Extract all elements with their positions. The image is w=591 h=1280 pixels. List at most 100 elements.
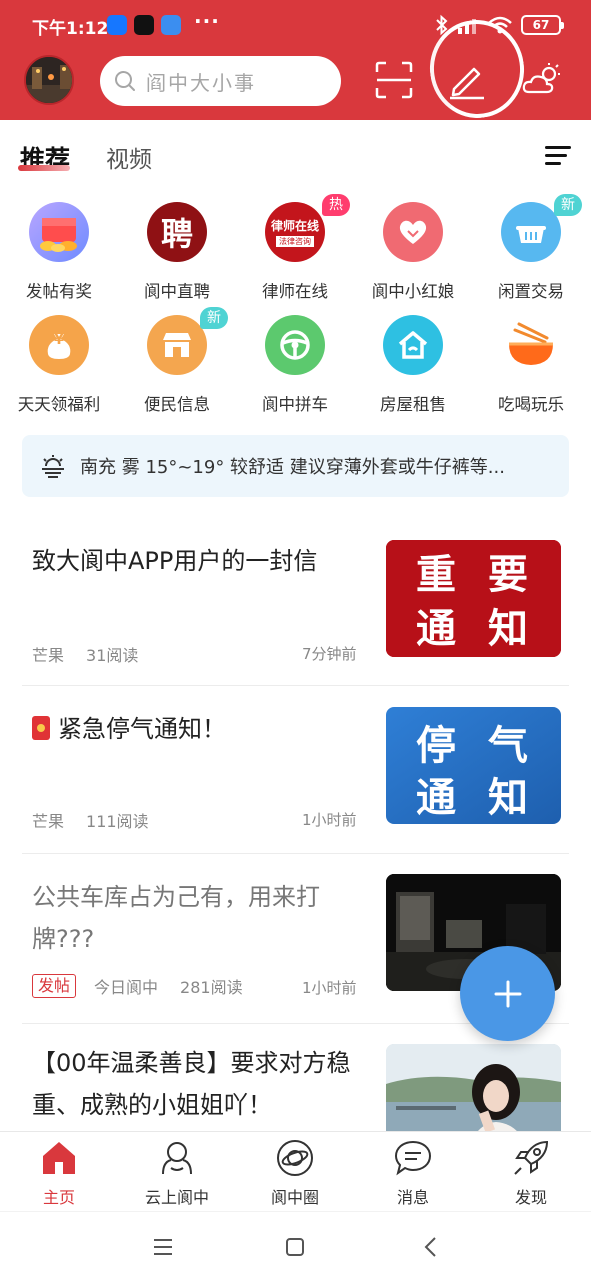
nav-cloud-langzhong[interactable]: 云上阆中 xyxy=(118,1138,236,1208)
system-navigation-bar xyxy=(0,1211,591,1280)
post-title: 【00年温柔善良】要求对方稳重、成熟的小姐姐吖！ xyxy=(32,1049,351,1119)
grid-item-housing[interactable]: 房屋租售 xyxy=(354,311,472,421)
avatar-photo xyxy=(26,57,72,103)
feed-post[interactable]: 紧急停气通知！ 芒果 111阅读 1小时前 停 气 通 知 xyxy=(22,686,569,854)
post-author: 芒果 xyxy=(32,646,65,665)
active-tab-indicator xyxy=(18,165,70,171)
money-bag-glyph: ¥ xyxy=(54,332,64,348)
tab-video[interactable]: 视频 xyxy=(106,140,152,174)
steering-wheel-icon xyxy=(265,315,325,375)
grid-item-carpool[interactable]: 阆中拼车 xyxy=(236,311,354,421)
post-time: 1小时前 xyxy=(302,979,357,997)
nav-label: 阆中圈 xyxy=(270,1188,319,1207)
post-time: 1小时前 xyxy=(302,811,357,829)
notice-char: 通 xyxy=(416,775,456,821)
weather-button[interactable] xyxy=(520,56,564,104)
weather-text: 南充 雾 15°~19° 较舒适 建议穿薄外套或牛仔裤等... xyxy=(80,457,505,478)
post-time: 7分钟前 xyxy=(302,645,357,663)
hot-badge: 热 xyxy=(322,194,350,216)
recruit-icon: 聘 xyxy=(147,202,207,262)
feed-post[interactable]: 【00年温柔善良】要求对方稳重、成熟的小姐姐吖！ xyxy=(22,1024,569,1134)
money-bag-icon: ¥ xyxy=(29,315,89,375)
nav-home[interactable]: 主页 xyxy=(0,1138,118,1208)
weather-bar[interactable]: 南充 雾 15°~19° 较舒适 建议穿薄外套或牛仔裤等... xyxy=(22,435,569,497)
grid-label: 闲置交易 xyxy=(498,282,564,301)
scan-icon xyxy=(375,61,413,99)
lawyer-icon: 律师在线 法律咨询 xyxy=(265,202,325,262)
post-author: 芒果 xyxy=(32,812,65,831)
nav-label: 云上阆中 xyxy=(144,1188,209,1207)
user-avatar[interactable] xyxy=(24,55,74,105)
grid-item-daily-welfare[interactable]: ¥ 天天领福利 xyxy=(0,311,118,421)
post-title: 紧急停气通知！ xyxy=(58,715,226,743)
new-badge: 新 xyxy=(554,194,582,216)
cloud-people-icon xyxy=(162,1142,192,1175)
grid-label: 阆中拼车 xyxy=(262,395,328,414)
post-thumbnail xyxy=(386,1044,561,1134)
app-header: 下午1:12 ··· 67 阎中大小事 xyxy=(0,0,591,125)
more-notifications-icon: ··· xyxy=(194,9,220,33)
notice-image: 停 气 通 知 xyxy=(386,707,561,824)
nav-langzhong-circle[interactable]: 阆中圈 xyxy=(236,1138,354,1208)
nav-label: 发现 xyxy=(514,1188,547,1207)
grid-label: 律师在线 xyxy=(262,282,328,301)
post-author: 今日阆中 xyxy=(94,978,159,997)
post-meta: 发帖 今日阆中 281阅读 xyxy=(32,974,243,998)
post-thumbnail: 重 要 通 知 xyxy=(386,540,561,657)
post-title-row: 紧急停气通知！ xyxy=(32,708,362,750)
post-reads: 111阅读 xyxy=(86,812,149,831)
grid-item-food-fun[interactable]: 吃喝玩乐 xyxy=(472,311,590,421)
battery-indicator: 67 xyxy=(521,15,564,35)
home-icon xyxy=(43,1142,75,1174)
grid-item-matchmaker[interactable]: 阆中小红娘 xyxy=(354,198,472,308)
grid-label: 阆中直聘 xyxy=(144,282,210,301)
portrait-photo xyxy=(386,1044,561,1134)
feed-post[interactable]: 致大阆中APP用户的一封信 芒果 31阅读 7分钟前 重 要 通 知 xyxy=(22,518,569,686)
grid-item-post-reward[interactable]: 发帖有奖 xyxy=(0,198,118,308)
grid-label: 吃喝玩乐 xyxy=(498,395,564,414)
notice-char: 停 xyxy=(416,723,456,769)
home-button-icon[interactable] xyxy=(280,1232,310,1262)
create-post-fab[interactable] xyxy=(460,946,555,1041)
notice-char: 要 xyxy=(488,552,528,598)
basket-icon xyxy=(501,202,561,262)
post-reads: 281阅读 xyxy=(180,978,243,997)
back-icon[interactable] xyxy=(416,1232,446,1262)
heart-icon xyxy=(383,202,443,262)
bottom-navigation: 主页 云上阆中 阆中圈 消息 发现 xyxy=(0,1131,591,1211)
new-badge: 新 xyxy=(200,307,228,329)
menu-icon[interactable] xyxy=(545,144,571,166)
grid-item-lawyer[interactable]: 律师在线 法律咨询 热 律师在线 xyxy=(236,194,354,308)
search-placeholder: 阎中大小事 xyxy=(146,70,256,95)
status-time: 下午1:12 xyxy=(32,19,109,39)
search-icon xyxy=(115,71,135,91)
grid-label: 发帖有奖 xyxy=(26,282,92,301)
post-reads: 31阅读 xyxy=(86,646,139,665)
grid-label: 房屋租售 xyxy=(380,395,446,414)
rocket-icon xyxy=(514,1140,549,1175)
nav-discover[interactable]: 发现 xyxy=(472,1138,590,1208)
lawyer-icon-line1: 律师在线 xyxy=(270,219,319,233)
cloud-sun-icon xyxy=(522,63,560,94)
lawyer-icon-line2: 法律咨询 xyxy=(276,236,314,247)
recent-apps-icon[interactable] xyxy=(148,1232,178,1262)
notice-char: 通 xyxy=(416,606,456,652)
app-notification-icon xyxy=(161,15,181,35)
alipay-notification-icon xyxy=(107,15,127,35)
nav-label: 消息 xyxy=(396,1188,429,1207)
red-packet-icon xyxy=(32,716,50,740)
planet-icon xyxy=(277,1140,313,1176)
fog-sun-icon xyxy=(42,455,64,478)
grid-item-convenience-info[interactable]: 新 便民信息 xyxy=(118,307,236,421)
plus-icon xyxy=(494,980,521,1007)
post-title: 公共车库占为己有，用来打牌??? xyxy=(32,883,320,953)
scan-button[interactable] xyxy=(372,56,416,104)
grid-item-secondhand[interactable]: 新 闲置交易 xyxy=(472,194,590,308)
gift-coins-icon xyxy=(29,202,89,262)
notice-char: 气 xyxy=(488,723,528,769)
recruit-glyph: 聘 xyxy=(160,215,193,253)
nav-messages[interactable]: 消息 xyxy=(354,1138,472,1208)
grid-item-recruit[interactable]: 聘 阆中直聘 xyxy=(118,198,236,308)
search-bar[interactable]: 阎中大小事 xyxy=(100,56,341,106)
post-meta: 芒果 31阅读 xyxy=(32,642,138,666)
